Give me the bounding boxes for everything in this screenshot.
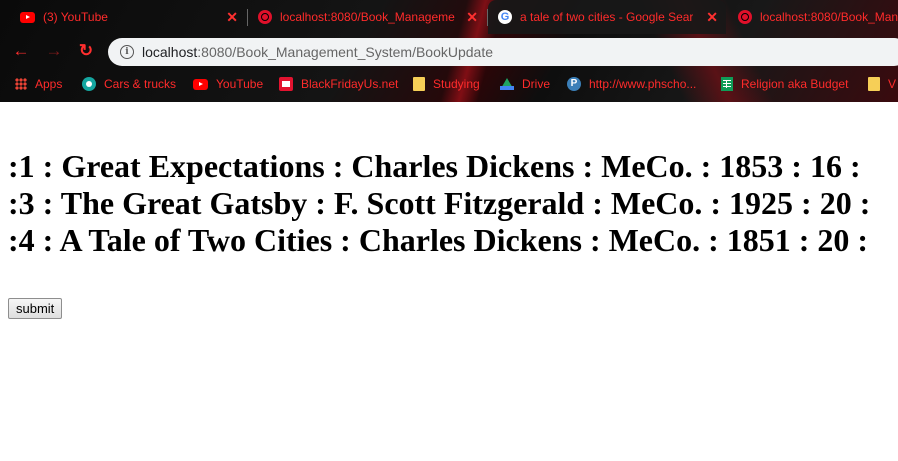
bookmark-label: V — [888, 77, 897, 91]
bookmark-studying[interactable]: Studying — [413, 68, 480, 100]
tab-title: localhost:8080/Book_Manageme — [280, 10, 455, 24]
bookmark-label: http://www.phscho... — [589, 77, 697, 91]
globe-icon — [258, 10, 272, 24]
tab-title: a tale of two cities - Google Sear — [520, 10, 694, 24]
folder-icon — [413, 77, 425, 91]
url-path: :8080/Book_Management_System/BookUpdate — [197, 44, 494, 60]
book-list: :1 : Great Expectations : Charles Dicken… — [8, 148, 898, 259]
bookmark-v[interactable]: V — [868, 68, 896, 100]
bookmarks-bar: Apps Cars & trucks YouTube BlackFridayUs… — [0, 68, 898, 100]
bookmark-drive[interactable]: Drive — [500, 68, 550, 100]
url-text[interactable]: localhost:8080/Book_Management_System/Bo… — [142, 44, 493, 60]
bookmark-apps[interactable]: Apps — [15, 68, 62, 100]
youtube-icon — [193, 78, 208, 90]
tab-title: localhost:8080/Book_Man — [760, 10, 898, 24]
forward-button[interactable]: → — [45, 42, 63, 60]
tab-separator — [487, 9, 488, 26]
close-icon[interactable]: ✕ — [466, 9, 478, 26]
bookmark-religion-budget[interactable]: Religion aka Budget — [721, 68, 848, 100]
cars-icon — [82, 77, 96, 91]
tab-localhost-2[interactable]: localhost:8080/Book_Man — [728, 0, 898, 34]
url-host: localhost — [142, 44, 198, 60]
tab-strip: (3) YouTube ✕ localhost:8080/Book_Manage… — [0, 0, 898, 34]
drive-icon — [500, 78, 514, 90]
folder-icon — [868, 77, 880, 91]
tab-google-search[interactable]: G a tale of two cities - Google Sear ✕ — [488, 0, 726, 34]
bookmark-youtube[interactable]: YouTube — [193, 68, 263, 100]
book-row-1: :1 : Great Expectations : Charles Dicken… — [8, 148, 861, 184]
google-icon: G — [498, 10, 512, 24]
close-icon[interactable]: ✕ — [226, 9, 238, 26]
submit-button[interactable]: submit — [8, 298, 63, 319]
book-row-4: :4 : A Tale of Two Cities : Charles Dick… — [8, 222, 869, 258]
tab-youtube[interactable]: (3) YouTube ✕ — [0, 0, 246, 34]
browser-chrome: (3) YouTube ✕ localhost:8080/Book_Manage… — [0, 0, 898, 102]
bookmark-label: BlackFridayUs.net — [301, 77, 399, 91]
back-button[interactable]: ← — [12, 42, 30, 60]
p-icon: P — [567, 77, 581, 91]
close-icon[interactable]: ✕ — [706, 9, 718, 26]
tab-separator — [247, 9, 248, 26]
reload-button[interactable]: ↻ — [77, 42, 95, 60]
bookmark-label: Studying — [433, 77, 480, 91]
youtube-icon — [20, 11, 35, 23]
bookmark-cars-trucks[interactable]: Cars & trucks — [82, 68, 176, 100]
tab-title: (3) YouTube — [43, 10, 108, 24]
sheets-icon — [721, 77, 733, 91]
toolbar: ← → ↻ i localhost:8080/Book_Management_S… — [0, 34, 898, 68]
tab-localhost-1[interactable]: localhost:8080/Book_Manageme ✕ — [248, 0, 486, 34]
info-icon[interactable]: i — [120, 45, 134, 59]
bookmark-label: Cars & trucks — [104, 77, 177, 91]
address-bar[interactable]: i localhost:8080/Book_Management_System/… — [108, 38, 898, 66]
bookmark-label: YouTube — [216, 77, 264, 91]
book-row-3: :3 : The Great Gatsby : F. Scott Fitzger… — [8, 185, 871, 221]
globe-icon — [738, 10, 752, 24]
bookmark-label: Drive — [522, 77, 551, 91]
bookmark-label: Religion aka Budget — [741, 77, 849, 91]
apps-grid-icon — [15, 78, 27, 90]
bookmark-blackfriday[interactable]: BlackFridayUs.net — [279, 68, 398, 100]
bookmark-phscho[interactable]: P http://www.phscho... — [567, 68, 696, 100]
bookmark-label: Apps — [35, 77, 63, 91]
blackfriday-icon — [279, 77, 293, 91]
